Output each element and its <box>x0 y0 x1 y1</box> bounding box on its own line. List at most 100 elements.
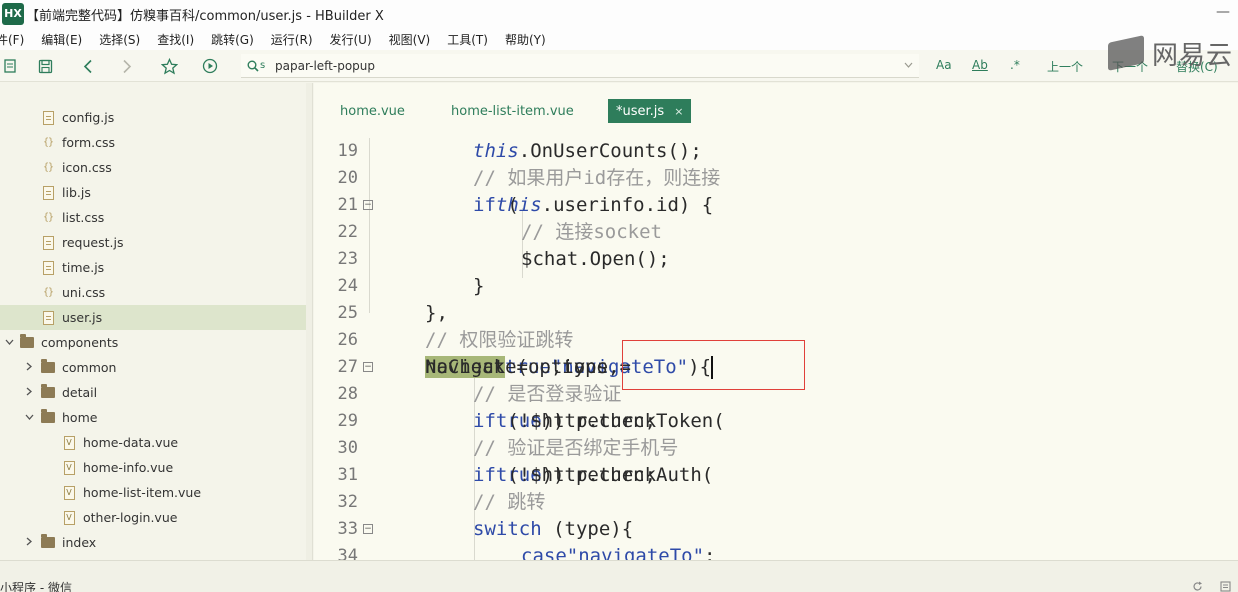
chevron-down-icon[interactable] <box>4 337 14 348</box>
code-line[interactable]: 31 if (!$http.checkAuth(true)) return; <box>314 462 1238 489</box>
tree-item-label: user.js <box>62 310 103 325</box>
title-bar: HX 【前端完整代码】仿糗事百科/common/user.js - HBuild… <box>0 0 1238 28</box>
code-line[interactable]: 29 if (!$http.checkToken(true)) return; <box>314 408 1238 435</box>
run-icon[interactable] <box>200 56 220 76</box>
js-file-icon <box>41 310 55 326</box>
tree-file-uni-css[interactable]: {} uni.css <box>0 280 306 305</box>
chevron-right-icon[interactable] <box>24 387 34 399</box>
match-case-toggle[interactable]: Aa <box>936 58 952 72</box>
fold-toggle-icon[interactable]: − <box>363 200 373 210</box>
tree-folder-common[interactable]: common <box>0 355 306 380</box>
minimize-button[interactable]: — <box>1216 5 1230 20</box>
code-token: .userinfo.id) { <box>541 194 714 216</box>
tree-file-list-css[interactable]: {} list.css <box>0 205 306 230</box>
menu-item-9[interactable]: 帮助(Y) <box>497 31 555 48</box>
code-token: // 权限验证跳转 <box>425 329 574 351</box>
files-icon[interactable] <box>0 56 20 76</box>
code-line[interactable]: 25}, <box>314 300 1238 327</box>
vue-file-icon: V <box>62 485 76 501</box>
tree-file-home-list-item-vue[interactable]: Vhome-list-item.vue <box>0 480 306 505</box>
menu-item-7[interactable]: 视图(V) <box>381 31 440 48</box>
annotation-box <box>622 340 805 390</box>
sidebar-scrollbar[interactable] <box>306 83 312 560</box>
tree-file-config-js[interactable]: config.js <box>0 105 306 130</box>
line-number: 32 <box>337 492 358 512</box>
menu-item-0[interactable]: 件(F) <box>0 31 33 48</box>
chevron-right-icon[interactable] <box>24 537 34 549</box>
tree-file-time-js[interactable]: time.js <box>0 255 306 280</box>
line-number: 20 <box>337 168 358 188</box>
tree-file-user-js[interactable]: user.js <box>0 305 306 330</box>
text-caret <box>711 356 713 379</box>
search-box[interactable]: s <box>241 54 919 78</box>
regex-toggle[interactable]: .* <box>1010 58 1020 72</box>
menu-item-2[interactable]: 选择(S) <box>91 31 149 48</box>
code-line[interactable]: 19 this .OnUserCounts(); <box>314 138 1238 165</box>
tree-folder-index[interactable]: index <box>0 530 306 555</box>
menu-item-8[interactable]: 工具(T) <box>439 31 497 48</box>
code-text: if (!$http.checkAuth(true)) return; <box>473 462 713 489</box>
code-line[interactable]: 33− switch (type){ <box>314 516 1238 543</box>
code-text: switch (type){ <box>473 516 633 543</box>
folder-icon <box>41 384 55 401</box>
code-text: // 是否登录验证 <box>473 381 621 408</box>
tree-file-other-login-vue[interactable]: Vother-login.vue <box>0 505 306 530</box>
tree-file-home-info-vue[interactable]: Vhome-info.vue <box>0 455 306 480</box>
code-line[interactable]: 32 // 跳转 <box>314 489 1238 516</box>
code-line[interactable]: 24} <box>314 273 1238 300</box>
back-icon[interactable] <box>78 56 98 76</box>
tree-folder-home[interactable]: home <box>0 405 306 430</box>
code-token: this <box>473 140 519 162</box>
save-icon[interactable] <box>35 56 55 76</box>
chevron-right-icon[interactable] <box>24 362 34 374</box>
code-text: this .OnUserCounts(); <box>473 138 702 165</box>
watermark-text: 网易云 <box>1152 40 1234 71</box>
code-line[interactable]: 20 // 如果用户id存在，则连接 <box>314 165 1238 192</box>
code-line[interactable]: 34 case "navigateTo": <box>314 543 1238 560</box>
tab-home-vue[interactable]: home.vue <box>332 99 413 123</box>
line-number: 25 <box>337 303 358 323</box>
bookmark-star-icon[interactable] <box>159 56 179 76</box>
notification-icon[interactable] <box>1220 581 1231 592</box>
tree-file-home-data-vue[interactable]: Vhome-data.vue <box>0 430 306 455</box>
line-number: 31 <box>337 465 358 485</box>
line-number: 27 <box>337 357 358 377</box>
menu-item-1[interactable]: 编辑(E) <box>33 31 91 48</box>
chevron-down-icon[interactable] <box>24 412 34 423</box>
close-icon[interactable]: × <box>674 105 683 118</box>
search-input[interactable] <box>275 58 875 73</box>
status-platform[interactable]: 小程序 - 微信 <box>0 579 72 592</box>
code-line[interactable]: 23 $chat.Open(); <box>314 246 1238 273</box>
menu-item-4[interactable]: 跳转(G) <box>203 31 263 48</box>
code-text: // 连接socket <box>521 219 662 246</box>
menu-item-6[interactable]: 发行(U) <box>322 31 381 48</box>
menu-item-3[interactable]: 查找(I) <box>149 31 203 48</box>
menu-item-5[interactable]: 运行(R) <box>263 31 322 48</box>
tab-user-js[interactable]: *user.js × <box>608 99 692 123</box>
menu-bar: 件(F) 编辑(E) 选择(S) 查找(I) 跳转(G) 运行(R) 发行(U) 视图(V) 工… <box>0 28 1238 50</box>
code-line[interactable]: 30 // 验证是否绑定手机号 <box>314 435 1238 462</box>
refresh-icon[interactable] <box>1192 581 1203 592</box>
code-line[interactable]: 22 // 连接socket <box>314 219 1238 246</box>
js-file-icon <box>41 260 55 276</box>
code-area[interactable]: 19 this .OnUserCounts(); 20// 如果用户id存在，则连接 2… <box>314 138 1238 560</box>
tree-folder-detail[interactable]: detail <box>0 380 306 405</box>
tree-file-form-css[interactable]: {} form.css <box>0 130 306 155</box>
fold-toggle-icon[interactable]: − <box>363 524 373 534</box>
fold-toggle-icon[interactable]: − <box>363 362 373 372</box>
search-mode-label: s <box>260 60 266 71</box>
whole-word-toggle[interactable]: Ab <box>972 58 988 72</box>
tree-folder-components[interactable]: components <box>0 330 306 355</box>
code-line[interactable]: 21− if (this .userinfo.id) { <box>314 192 1238 219</box>
find-previous-button[interactable]: 上一个 <box>1047 58 1083 75</box>
folder-icon <box>20 334 34 351</box>
chevron-down-icon[interactable] <box>904 58 913 71</box>
forward-icon[interactable] <box>117 56 137 76</box>
tab-home-list-item-vue[interactable]: home-list-item.vue <box>443 99 582 123</box>
tree-file-lib-js[interactable]: lib.js <box>0 180 306 205</box>
code-token: // 如果用户id存在，则连接 <box>473 167 721 189</box>
tree-file-icon-css[interactable]: {} icon.css <box>0 155 306 180</box>
tree-item-label: uni.css <box>62 285 106 300</box>
tree-file-request-js[interactable]: request.js <box>0 230 306 255</box>
code-token: // 跳转 <box>473 491 546 513</box>
